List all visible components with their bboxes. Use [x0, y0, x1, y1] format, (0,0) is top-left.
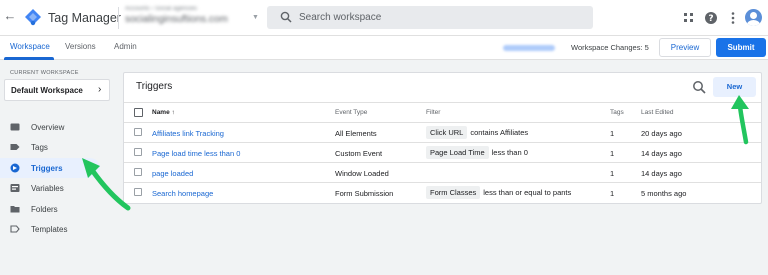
- search-icon: [280, 11, 292, 23]
- back-arrow-icon[interactable]: ←: [2, 8, 18, 26]
- filter: Page Load Time less than 0: [426, 146, 528, 160]
- sidebar-item-label: Triggers: [31, 164, 63, 173]
- workspace-name: Default Workspace: [11, 86, 83, 95]
- trigger-name-link[interactable]: Search homepage: [152, 189, 213, 198]
- search-icon[interactable]: [692, 80, 706, 94]
- search-placeholder: Search workspace: [299, 12, 382, 23]
- svg-text:?: ?: [708, 14, 713, 24]
- account-switcher[interactable]: Accounts › Social agencies socialinginsu…: [125, 6, 250, 30]
- row-checkbox[interactable]: [134, 148, 142, 156]
- card-title: Triggers: [136, 81, 173, 92]
- filter-variable-chip: Form Classes: [426, 186, 481, 199]
- sidebar-item-overview[interactable]: Overview: [0, 117, 118, 137]
- filter-condition: less than 0: [491, 148, 528, 157]
- tab-versions[interactable]: Versions: [65, 42, 96, 51]
- apps-grid-icon[interactable]: [682, 11, 696, 25]
- column-filter: Filter: [426, 109, 441, 116]
- overview-icon: [10, 123, 20, 131]
- new-trigger-button[interactable]: New: [713, 77, 756, 97]
- divider: [118, 7, 119, 29]
- row-checkbox[interactable]: [134, 128, 142, 136]
- table-row[interactable]: Search homepage Form Submission Form Cla…: [124, 182, 761, 202]
- event-type: Form Submission: [335, 189, 394, 198]
- last-edited: 14 days ago: [641, 169, 682, 178]
- tab-workspace[interactable]: Workspace: [10, 42, 50, 51]
- sidebar-item-variables[interactable]: Variables: [0, 178, 118, 198]
- sidebar-item-label: Templates: [31, 225, 68, 234]
- submit-button[interactable]: Submit: [716, 38, 766, 57]
- event-type: Window Loaded: [335, 169, 389, 178]
- sidebar-item-label: Overview: [31, 123, 65, 132]
- workspace-changes: Workspace Changes: 5: [571, 43, 649, 52]
- folder-icon: [10, 206, 20, 213]
- table-row[interactable]: Affiliates link Tracking All Elements Cl…: [124, 122, 761, 142]
- tab-admin[interactable]: Admin: [114, 42, 137, 51]
- filter-condition: contains Affiliates: [470, 128, 529, 137]
- help-icon[interactable]: ?: [704, 11, 718, 25]
- redacted-link: [503, 45, 555, 51]
- tag-icon: [10, 144, 20, 150]
- sidebar-item-triggers[interactable]: Triggers: [0, 158, 100, 178]
- filter-condition: less than or equal to pants: [483, 188, 572, 197]
- trigger-name-link[interactable]: Page load time less than 0: [152, 149, 240, 158]
- event-type: Custom Event: [335, 149, 383, 158]
- container-name: socialinginsuftions.com: [125, 14, 228, 25]
- more-vert-icon[interactable]: [726, 11, 740, 25]
- last-edited: 20 days ago: [641, 129, 682, 138]
- row-checkbox[interactable]: [134, 188, 142, 196]
- sidebar-item-templates[interactable]: Templates: [0, 219, 118, 239]
- top-app-bar: ← Tag Manager Accounts › Social agencies…: [0, 0, 768, 36]
- caret-down-icon[interactable]: ▼: [252, 14, 259, 21]
- filter-variable-chip: Page Load Time: [426, 146, 489, 159]
- template-icon: [10, 225, 20, 233]
- column-name[interactable]: Name ↑: [152, 109, 175, 116]
- tag-count: 1: [610, 149, 615, 158]
- column-tags: Tags: [610, 109, 624, 116]
- tag-count: 1: [610, 169, 615, 178]
- account-path: Accounts › Social agencies: [125, 6, 198, 12]
- workspace-tab-bar: Workspace Versions Admin Workspace Chang…: [0, 36, 768, 60]
- table-header: Name ↑ Event Type Filter Tags Last Edite…: [124, 102, 761, 122]
- tag-count: 1: [610, 189, 615, 198]
- row-checkbox[interactable]: [134, 168, 142, 176]
- sidebar-item-tags[interactable]: Tags: [0, 137, 118, 157]
- filter-variable-chip: Click URL: [426, 126, 468, 139]
- active-tab-indicator: [4, 57, 54, 60]
- last-edited: 5 months ago: [641, 189, 687, 198]
- trigger-icon: [10, 163, 20, 173]
- table-row[interactable]: page loaded Window Loaded 1 14 days ago: [124, 162, 761, 182]
- chevron-right-icon: ›: [98, 84, 102, 95]
- current-workspace-label: CURRENT WORKSPACE: [10, 70, 79, 76]
- variables-icon: [10, 184, 20, 192]
- table-row[interactable]: Page load time less than 0 Custom Event …: [124, 142, 761, 162]
- trigger-name-link[interactable]: page loaded: [152, 169, 193, 178]
- column-event-type: Event Type: [335, 109, 368, 116]
- avatar[interactable]: [745, 9, 762, 26]
- event-type: All Elements: [335, 129, 377, 138]
- last-edited: 14 days ago: [641, 149, 682, 158]
- search-workspace-input[interactable]: Search workspace: [267, 6, 593, 29]
- sidebar-item-folders[interactable]: Folders: [0, 199, 118, 219]
- trigger-name-link[interactable]: Affiliates link Tracking: [152, 129, 224, 138]
- filter: Click URL contains Affiliates: [426, 126, 528, 140]
- tag-count: 1: [610, 129, 615, 138]
- filter: Form Classes less than or equal to pants: [426, 186, 571, 200]
- sidebar-item-label: Tags: [31, 143, 48, 152]
- sidebar-item-label: Folders: [31, 205, 58, 214]
- column-last-edited: Last Edited: [641, 109, 674, 116]
- tag-manager-logo: [25, 9, 41, 26]
- workspace-selector[interactable]: Default Workspace ›: [4, 79, 110, 101]
- triggers-card: Triggers New Name ↑ Event Type Filter Ta…: [123, 72, 762, 204]
- preview-button[interactable]: Preview: [659, 38, 711, 57]
- app-title: Tag Manager: [48, 11, 121, 25]
- select-all-checkbox[interactable]: [134, 108, 143, 117]
- sidebar-item-label: Variables: [31, 184, 64, 193]
